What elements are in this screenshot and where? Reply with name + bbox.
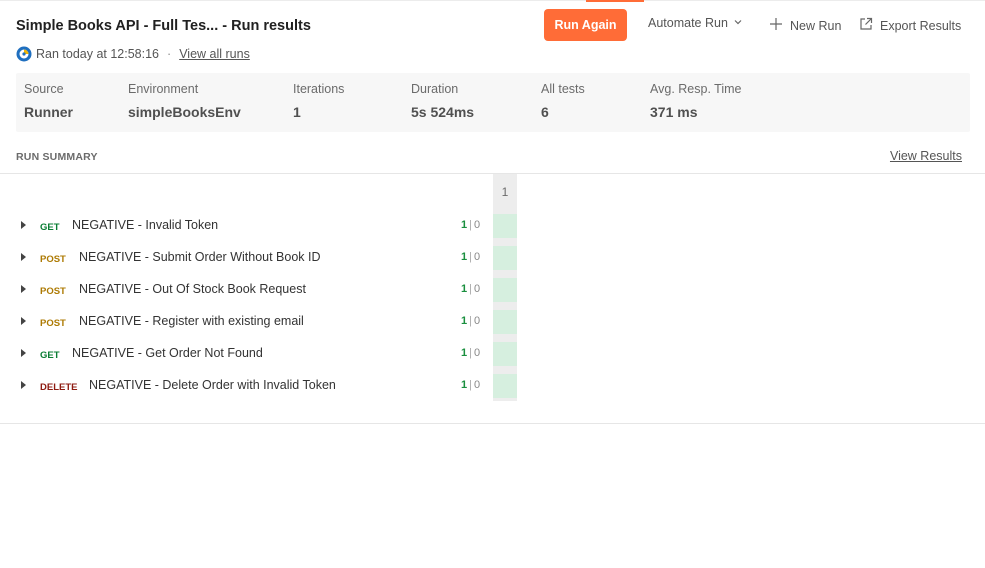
meta-value: Runner	[24, 104, 73, 120]
export-icon	[858, 16, 880, 35]
iteration-header: 1	[501, 185, 509, 199]
iteration-result-cell[interactable]	[493, 278, 517, 302]
request-name: NEGATIVE - Out Of Stock Book Request	[79, 282, 306, 296]
request-row[interactable]: DELETE NEGATIVE - Delete Order with Inva…	[0, 373, 520, 399]
passed-count: 1	[461, 315, 468, 327]
caret-right-icon[interactable]	[21, 253, 26, 261]
caret-right-icon[interactable]	[21, 285, 26, 293]
runner-icon	[16, 46, 32, 62]
request-name: NEGATIVE - Delete Order with Invalid Tok…	[89, 378, 336, 392]
count-divider: |	[469, 347, 472, 359]
automate-run-label: Automate Run	[648, 16, 728, 30]
failed-count: 0	[473, 315, 481, 327]
caret-right-icon[interactable]	[21, 317, 26, 325]
meta-label: Source	[24, 82, 64, 96]
passed-count: 1	[461, 283, 468, 295]
divider	[0, 423, 985, 424]
caret-right-icon[interactable]	[21, 381, 26, 389]
meta-all-tests: All tests 6	[541, 82, 585, 120]
run-metadata-panel: Source Runner Environment simpleBooksEnv…	[16, 73, 970, 132]
passed-count: 1	[461, 251, 468, 263]
page-title: Simple Books API - Full Tes... - Run res…	[16, 18, 311, 34]
separator-dot: ·	[167, 47, 172, 61]
view-results-link[interactable]: View Results	[890, 149, 962, 163]
run-info: Ran today at 12:58:16 · View all runs	[16, 46, 250, 62]
meta-environment: Environment simpleBooksEnv	[128, 82, 241, 120]
passed-count: 1	[461, 347, 468, 359]
caret-right-icon[interactable]	[21, 221, 26, 229]
passed-count: 1	[461, 219, 468, 231]
count-divider: |	[469, 219, 472, 231]
meta-value: 1	[293, 104, 301, 120]
active-tab-indicator	[586, 0, 644, 2]
meta-label: All tests	[541, 82, 585, 96]
method-badge: POST	[40, 254, 66, 265]
plus-icon	[768, 16, 790, 35]
request-row[interactable]: POST NEGATIVE - Register with existing e…	[0, 309, 520, 335]
export-results-button[interactable]: Export Results	[858, 16, 961, 35]
request-name: NEGATIVE - Submit Order Without Book ID	[79, 250, 321, 264]
request-row[interactable]: GET NEGATIVE - Get Order Not Found 1 | 0	[0, 341, 520, 367]
method-badge: GET	[40, 350, 60, 361]
iteration-result-cell[interactable]	[493, 342, 517, 366]
iteration-result-cell[interactable]	[493, 214, 517, 238]
view-all-runs-link[interactable]: View all runs	[179, 47, 250, 61]
passed-count: 1	[461, 379, 468, 391]
count-divider: |	[469, 315, 472, 327]
request-row[interactable]: POST NEGATIVE - Submit Order Without Boo…	[0, 245, 520, 271]
new-run-button[interactable]: New Run	[768, 16, 841, 35]
export-results-label: Export Results	[880, 18, 962, 33]
meta-source: Source Runner	[24, 82, 73, 120]
request-row[interactable]: GET NEGATIVE - Invalid Token 1 | 0	[0, 213, 520, 239]
request-name: NEGATIVE - Invalid Token	[72, 218, 219, 232]
meta-label: Iterations	[293, 82, 345, 96]
failed-count: 0	[473, 219, 481, 231]
meta-duration: Duration 5s 524ms	[411, 82, 474, 120]
test-counts: 1 | 0	[461, 315, 480, 327]
request-name: NEGATIVE - Get Order Not Found	[72, 346, 263, 360]
count-divider: |	[469, 251, 472, 263]
caret-right-icon[interactable]	[21, 349, 26, 357]
chevron-down-icon	[733, 16, 749, 30]
failed-count: 0	[473, 347, 481, 359]
meta-avg-response-time: Avg. Resp. Time 371 ms	[650, 82, 741, 120]
meta-value: simpleBooksEnv	[128, 104, 241, 120]
meta-label: Duration	[411, 82, 459, 96]
iteration-result-cell[interactable]	[493, 246, 517, 270]
run-summary-heading: RUN SUMMARY	[16, 151, 98, 163]
test-counts: 1 | 0	[461, 347, 480, 359]
new-run-label: New Run	[790, 18, 842, 33]
automate-run-button[interactable]: Automate Run	[648, 16, 749, 30]
test-counts: 1 | 0	[461, 379, 480, 391]
method-badge: GET	[40, 222, 60, 233]
run-again-button[interactable]: Run Again	[544, 9, 627, 41]
meta-label: Avg. Resp. Time	[650, 82, 742, 96]
iteration-result-cell[interactable]	[493, 310, 517, 334]
failed-count: 0	[473, 251, 481, 263]
meta-value: 371 ms	[650, 104, 698, 120]
meta-iterations: Iterations 1	[293, 82, 344, 120]
request-row[interactable]: POST NEGATIVE - Out Of Stock Book Reques…	[0, 277, 520, 303]
ran-timestamp: Ran today at 12:58:16	[36, 47, 160, 61]
test-counts: 1 | 0	[461, 251, 480, 263]
failed-count: 0	[473, 379, 481, 391]
method-badge: POST	[40, 286, 66, 297]
request-name: NEGATIVE - Register with existing email	[79, 314, 304, 328]
iteration-result-cell[interactable]	[493, 374, 517, 398]
method-badge: POST	[40, 318, 66, 329]
meta-label: Environment	[128, 82, 199, 96]
top-border	[0, 0, 985, 1]
test-counts: 1 | 0	[461, 283, 480, 295]
failed-count: 0	[473, 283, 481, 295]
test-counts: 1 | 0	[461, 219, 480, 231]
meta-value: 6	[541, 104, 549, 120]
meta-value: 5s 524ms	[411, 104, 475, 120]
count-divider: |	[469, 283, 472, 295]
method-badge: DELETE	[40, 382, 78, 393]
count-divider: |	[469, 379, 472, 391]
